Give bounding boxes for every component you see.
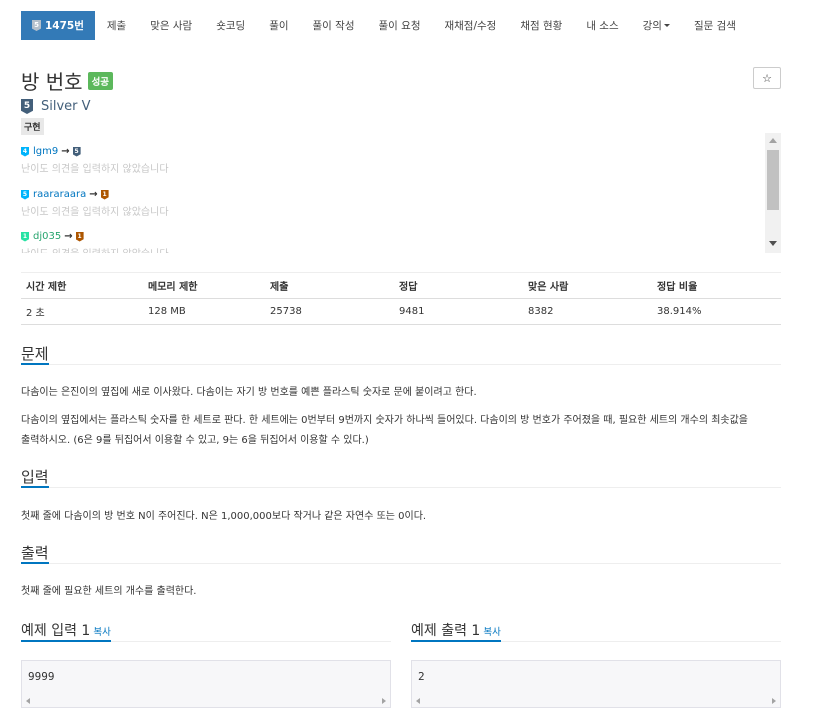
- sample-output-heading: 예제 출력 1 복사: [411, 620, 781, 642]
- problem-paragraph: 출력하시오. (6은 9를 뒤집어서 이용할 수 있고, 9는 6을 뒤집어서 …: [21, 435, 369, 446]
- scroll-down-arrow-icon[interactable]: [769, 241, 777, 246]
- scroll-thumb[interactable]: [767, 150, 779, 210]
- sample-input-heading: 예제 입력 1 복사: [21, 620, 391, 642]
- output-section-heading: 출력: [21, 542, 781, 564]
- horizontal-scrollbar[interactable]: [22, 695, 390, 707]
- title-row: 방 번호 성공: [21, 66, 114, 95]
- opinion-text: 난이도 의견을 입력하지 않았습니다: [21, 245, 169, 253]
- level-text: Silver V: [41, 99, 91, 114]
- opinion-text: 난이도 의견을 입력하지 않았습니다: [21, 207, 169, 218]
- problem-nav: 5 1475번 제출 맞은 사람 숏코딩 풀이 풀이 작성 풀이 요청 재채점/…: [21, 11, 748, 40]
- nav-rejudge[interactable]: 재채점/수정: [432, 11, 508, 40]
- silver-tier-icon: 5: [72, 146, 81, 157]
- scroll-right-arrow-icon[interactable]: [382, 698, 386, 704]
- ratio-value: 38.914%: [652, 298, 781, 325]
- header-solved-users: 맞은 사람: [523, 272, 652, 299]
- scroll-up-arrow-icon[interactable]: [769, 138, 777, 143]
- arrow-right-icon: →: [61, 146, 70, 157]
- time-limit-value: 2 초: [21, 298, 143, 325]
- sample-input-title: 예제 입력 1 복사: [21, 620, 111, 642]
- scroll-left-arrow-icon[interactable]: [416, 698, 420, 704]
- nav-write-solution[interactable]: 풀이 작성: [301, 11, 367, 40]
- memory-limit-value: 128 MB: [143, 298, 265, 325]
- header-time-limit: 시간 제한: [21, 272, 143, 299]
- solved-users-value: 8382: [523, 298, 652, 325]
- header-ratio: 정답 비율: [652, 272, 781, 299]
- nav-status[interactable]: 채점 현황: [508, 11, 574, 40]
- scroll-left-arrow-icon[interactable]: [26, 698, 30, 704]
- problem-id-label: 1475번: [45, 20, 84, 32]
- bronze-tier-icon: 1: [100, 189, 109, 200]
- nav-request-solution[interactable]: 풀이 요청: [367, 11, 433, 40]
- silver-tier-icon: 5: [32, 20, 41, 31]
- header-memory-limit: 메모리 제한: [143, 272, 265, 299]
- page-title: 방 번호: [21, 70, 83, 94]
- header-accepted: 정답: [394, 272, 523, 299]
- sample-input-label: 예제 입력 1: [21, 623, 91, 639]
- arrow-right-icon: →: [64, 231, 73, 242]
- input-section-heading: 입력: [21, 466, 781, 488]
- level-row: 5 Silver V: [21, 99, 91, 114]
- sample-output-value: 2: [418, 670, 425, 683]
- nav-my-source[interactable]: 내 소스: [574, 11, 630, 40]
- sample-output-title: 예제 출력 1 복사: [411, 620, 501, 642]
- nav-lectures-label: 강의: [642, 20, 662, 32]
- accepted-value: 9481: [394, 298, 523, 325]
- nav-short-coding[interactable]: 숏코딩: [204, 11, 257, 40]
- problem-paragraph: 다솜이의 옆집에서는 플라스틱 숫자를 한 세트로 판다. 한 세트에는 0번부…: [21, 415, 748, 426]
- horizontal-scrollbar[interactable]: [412, 695, 780, 707]
- sample-input-value: 9999: [28, 670, 55, 683]
- opinions-scrollbar[interactable]: [765, 133, 781, 253]
- problem-heading: 문제: [21, 345, 49, 365]
- status-badge: 성공: [87, 71, 114, 90]
- opinion-item: 5 raararaara → 1 난이도 의견을 입력하지 않았습니다: [21, 189, 169, 218]
- bronze-tier-icon: 1: [75, 231, 84, 242]
- submissions-value: 25738: [265, 298, 394, 325]
- nav-problem-id[interactable]: 5 1475번: [21, 11, 95, 40]
- opinion-item: 4 lgm9 → 5 난이도 의견을 입력하지 않았습니다: [21, 146, 169, 175]
- sample-output-box: 2: [411, 660, 781, 708]
- table-row: 2 초 128 MB 25738 9481 8382 38.914%: [21, 298, 781, 325]
- caret-down-icon: [663, 24, 670, 27]
- input-description: 첫째 줄에 다솜이의 방 번호 N이 주어진다. N은 1,000,000보다 …: [21, 511, 427, 522]
- sample-input-box: 9999: [21, 660, 391, 708]
- opinion-user-link[interactable]: raararaara: [33, 189, 86, 200]
- problem-paragraph: 다솜이는 은진이의 옆집에 새로 이사왔다. 다솜이는 자기 방 번호를 예쁜 …: [21, 387, 477, 398]
- opinion-user-link[interactable]: lgm9: [33, 146, 58, 157]
- table-header-row: 시간 제한 메모리 제한 제출 정답 맞은 사람 정답 비율: [21, 272, 781, 299]
- opinion-item: 1 dj035 → 1 난이도 의견을 입력하지 않았습니다: [21, 231, 169, 253]
- copy-input-link[interactable]: 복사: [93, 627, 110, 638]
- arrow-right-icon: →: [89, 189, 98, 200]
- nav-question-search[interactable]: 질문 검색: [682, 11, 748, 40]
- silver-tier-icon: 5: [21, 189, 29, 200]
- sample-output-label: 예제 출력 1: [411, 623, 481, 639]
- difficulty-opinions: 4 lgm9 → 5 난이도 의견을 입력하지 않았습니다 5 raararaa…: [21, 133, 781, 253]
- favorite-star-button[interactable]: ☆: [753, 67, 781, 89]
- header-submissions: 제출: [265, 272, 394, 299]
- problem-section-heading: 문제: [21, 343, 781, 365]
- nav-solutions[interactable]: 풀이: [257, 11, 300, 40]
- nav-submit[interactable]: 제출: [95, 11, 138, 40]
- gold-tier-icon: 4: [21, 146, 29, 157]
- copy-output-link[interactable]: 복사: [483, 627, 500, 638]
- output-heading: 출력: [21, 544, 49, 564]
- opinion-user-link[interactable]: dj035: [33, 231, 61, 242]
- nav-solved-users[interactable]: 맞은 사람: [138, 11, 204, 40]
- platinum-tier-icon: 1: [21, 231, 29, 242]
- scroll-right-arrow-icon[interactable]: [772, 698, 776, 704]
- problem-info-table: 시간 제한 메모리 제한 제출 정답 맞은 사람 정답 비율 2 초 128 M…: [21, 272, 781, 325]
- input-heading: 입력: [21, 468, 49, 488]
- opinion-text: 난이도 의견을 입력하지 않았습니다: [21, 164, 169, 175]
- nav-lectures[interactable]: 강의: [631, 11, 682, 40]
- silver-tier-icon: 5: [21, 99, 33, 114]
- output-description: 첫째 줄에 필요한 세트의 개수를 출력한다.: [21, 586, 197, 597]
